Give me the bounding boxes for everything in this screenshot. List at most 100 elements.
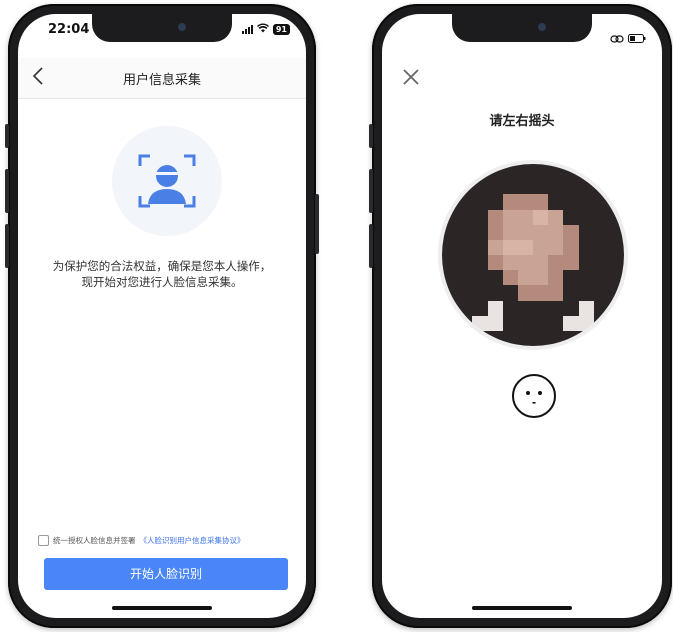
face-pixel [563,209,579,225]
user-scan-icon [138,154,196,208]
face-pixel [548,300,564,316]
face-pixel [548,194,564,210]
signal-icon [241,24,253,34]
description-line: 为保护您的合法权益，确保是您本人操作， [52,259,272,273]
home-indicator[interactable] [472,606,572,610]
face-pixel [517,315,533,331]
face-pixel [608,285,624,301]
power-button [315,194,319,254]
face-pixel [442,179,458,195]
face-pixel [578,255,594,271]
face-pixel [457,179,473,195]
face-pixel [487,179,503,195]
right-screen: 请左右摇头 [382,14,662,618]
face-pixel [548,255,564,271]
nav-bar: 用户信息采集 [18,58,306,99]
description: 为保护您的合法权益，确保是您本人操作， 现开始对您进行人脸信息采集。 [38,258,286,290]
face-pixel [548,285,564,301]
face-pixel [533,270,549,286]
face-pixel [593,194,609,210]
face-pixel [608,239,624,255]
face-capture-illustration [112,126,222,236]
face-pixel [487,330,503,346]
volume-down-button [5,224,9,268]
face-pixel [487,209,503,225]
volume-up-button [369,169,373,213]
face-pixel [487,224,503,240]
face-pixel [593,255,609,271]
agreement-checkbox[interactable] [38,535,49,546]
face-pixel [517,194,533,210]
face-pixel [608,179,624,195]
face-pixel [442,330,458,346]
face-pixel [517,255,533,271]
face-pixel [517,330,533,346]
face-pixel [563,255,579,271]
agreement-row: 统一授权人脸信息并签署 《人脸识别用户信息采集协议》 [38,535,245,546]
face-pixel [548,315,564,331]
face-pixel [502,224,518,240]
face-pixel [548,209,564,225]
left-screen: 22:04 91 用户信息采集 为保护您的合法权益，确保是您本人操作， 现开始对… [18,14,306,618]
battery-icon: 91 [272,23,290,35]
face-pixel [502,285,518,301]
face-pixel [578,224,594,240]
face-pixel [487,300,503,316]
face-pixel [563,194,579,210]
face-pixel [578,164,594,180]
face-pixel [457,285,473,301]
face-pixel [563,300,579,316]
agreement-link[interactable]: 《人脸识别用户信息采集协议》 [140,535,245,546]
right-phone: 请左右摇头 [369,4,672,628]
face-pixel [472,164,488,180]
notch [452,14,592,42]
face-pixel [608,209,624,225]
face-pixel [472,315,488,331]
face-pixel [517,179,533,195]
start-face-recognition-button[interactable]: 开始人脸识别 [44,558,288,590]
wifi-icon [256,23,269,35]
face-pixel [442,315,458,331]
front-camera [538,23,546,31]
face-pixel [593,224,609,240]
face-pixel [548,164,564,180]
face-preview [442,164,624,346]
face-pixel [593,315,609,331]
face-pixel [502,315,518,331]
face-pixel [442,164,458,180]
face-pixel [533,194,549,210]
face-pixel [517,239,533,255]
face-pixel [502,164,518,180]
page-title: 用户信息采集 [122,73,201,88]
face-pixel [442,239,458,255]
face-pixel [593,179,609,195]
face-pixel [548,179,564,195]
face-pixel [517,164,533,180]
face-pixel [472,224,488,240]
face-pixel [457,239,473,255]
face-pixel [442,270,458,286]
face-pixel [608,315,624,331]
face-pixel [608,224,624,240]
mute-switch [369,124,373,148]
face-pixel [563,315,579,331]
close-icon[interactable] [402,68,420,91]
link-icon [610,28,624,47]
face-pixel [593,300,609,316]
face-pixel [593,164,609,180]
face-pixel [472,255,488,271]
face-pixel [487,285,503,301]
face-pixel [442,224,458,240]
face-pixel [533,224,549,240]
face-pixel [457,270,473,286]
face-pixel [502,194,518,210]
face-pixel [578,209,594,225]
face-pixel [457,300,473,316]
home-indicator[interactable] [112,606,212,610]
instruction-text: 请左右摇头 [489,114,555,129]
status-time: 22:04 [48,22,90,37]
face-pixel [563,330,579,346]
face-pixel [533,300,549,316]
face-pixel [472,330,488,346]
face-pixel [533,330,549,346]
